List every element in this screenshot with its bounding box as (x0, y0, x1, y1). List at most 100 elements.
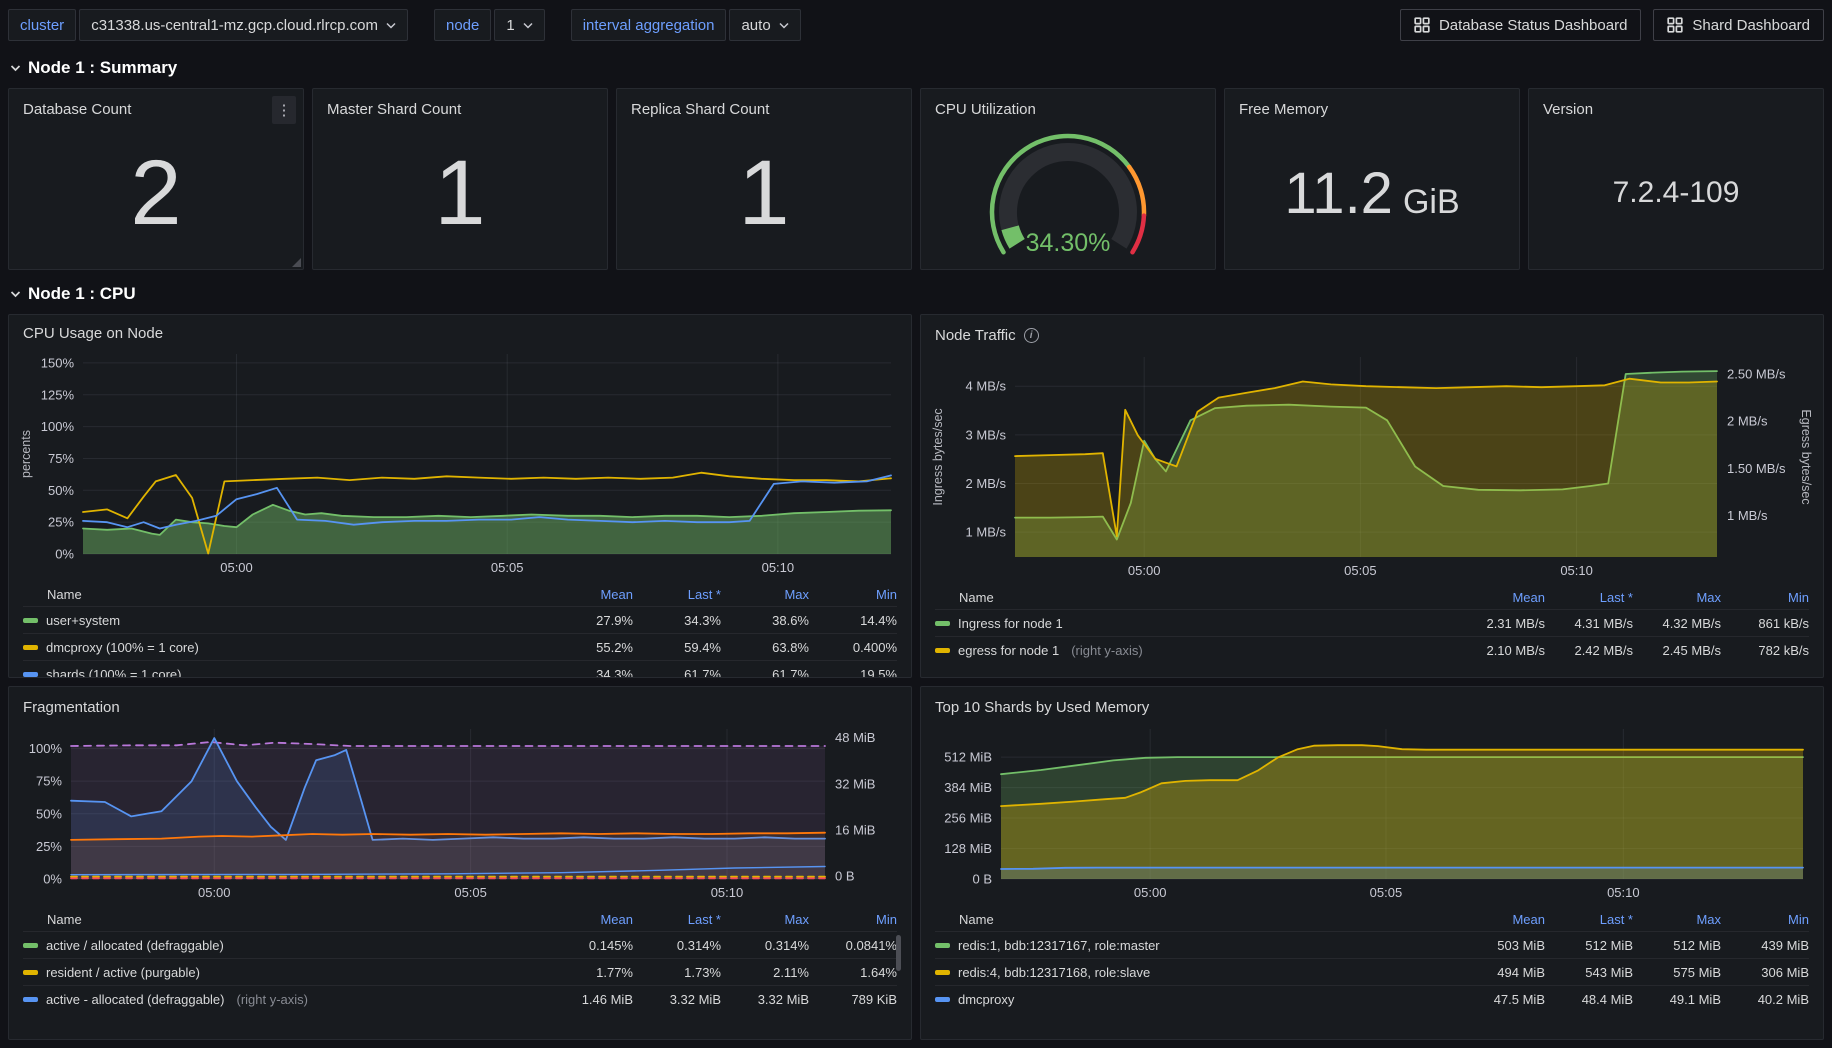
legend-series-name[interactable]: resident / active (purgable) (23, 965, 545, 980)
legend-header: NameMeanLast *MaxMin (23, 582, 897, 606)
legend-header-last[interactable]: Last * (1545, 590, 1633, 605)
legend-stat-value: 512 MiB (1545, 938, 1633, 953)
legend-series-name[interactable]: redis:1, bdb:12317167, role:master (935, 938, 1457, 953)
variable-cluster: cluster c31338.us-central1-mz.gcp.cloud.… (8, 9, 408, 41)
free-memory-value: 11.2 (1284, 160, 1393, 227)
panel-title[interactable]: CPU Usage on Node (17, 323, 903, 346)
legend-series-name[interactable]: egress for node 1(right y-axis) (935, 643, 1457, 658)
right-y-axis-tick-label: 32 MiB (835, 776, 875, 791)
legend-header: NameMeanLast *MaxMin (935, 585, 1809, 609)
legend-series-name[interactable]: active - allocated (defraggable)(right y… (23, 992, 545, 1007)
x-axis-tick-label: 05:00 (198, 885, 231, 900)
legend-header-last[interactable]: Last * (633, 587, 721, 602)
legend-series-name[interactable]: shards (100% = 1 core) (23, 667, 545, 679)
legend-stat-value: 2.45 MB/s (1633, 643, 1721, 658)
legend-header-mean[interactable]: Mean (545, 912, 633, 927)
legend-header-min[interactable]: Min (1721, 912, 1809, 927)
x-axis-tick-label: 05:10 (1607, 885, 1640, 900)
panel-title[interactable]: Fragmentation (17, 695, 903, 721)
database-status-dashboard-label: Database Status Dashboard (1439, 17, 1627, 34)
top-shards-legend: NameMeanLast *MaxMin redis:1, bdb:1231716… (935, 907, 1809, 1012)
legend-header-max[interactable]: Max (1633, 912, 1721, 927)
series-color-marker (935, 970, 950, 975)
panel-resize-handle[interactable] (292, 258, 301, 267)
fragmentation-chart[interactable]: 0%25%50%75%100%0 B16 MiB32 MiB48 MiB05:0… (17, 721, 903, 905)
legend-row: Ingress for node 12.31 MB/s4.31 MB/s4.32… (935, 609, 1809, 636)
legend-stat-value: 14.4% (809, 613, 897, 628)
section-node-summary[interactable]: Node 1 : Summary (10, 54, 1824, 82)
y-axis-tick-label: 50% (48, 483, 74, 498)
legend-header-name[interactable]: Name (935, 590, 1457, 605)
legend-series-name[interactable]: Ingress for node 1 (935, 616, 1457, 631)
series-color-marker (23, 618, 38, 623)
legend-header-mean[interactable]: Mean (1457, 590, 1545, 605)
legend-stat-value: 34.3% (545, 667, 633, 679)
legend-stat-value: 439 MiB (1721, 938, 1809, 953)
legend-row: user+system27.9%34.3%38.6%14.4% (23, 606, 897, 633)
legend-header-mean[interactable]: Mean (1457, 912, 1545, 927)
y-axis-tick-label: 3 MB/s (966, 427, 1007, 442)
legend-header-last[interactable]: Last * (633, 912, 721, 927)
panel-title[interactable]: CPU Utilization (929, 97, 1207, 123)
interval-aggregation-select[interactable]: auto (729, 9, 800, 41)
cpu-usage-chart[interactable]: 0%25%50%75%100%125%150%05:0005:0505:10pe… (17, 346, 903, 580)
legend-scrollbar[interactable] (896, 935, 901, 971)
legend-series-name[interactable]: dmcproxy (935, 992, 1457, 1007)
series-color-marker (935, 997, 950, 1002)
panel-title[interactable]: Version (1537, 97, 1815, 123)
panel-cpu-usage-on-node: CPU Usage on Node 0%25%50%75%100%125%150… (8, 314, 912, 678)
legend-header-min[interactable]: Min (809, 587, 897, 602)
legend-header-max[interactable]: Max (1633, 590, 1721, 605)
cpu-utilization-gauge: 34.30% (968, 126, 1168, 260)
y-axis-tick-label: 100% (29, 741, 63, 756)
series-name-text: user+system (46, 613, 120, 628)
shard-dashboard-button[interactable]: Shard Dashboard (1653, 9, 1824, 41)
series-name-text: redis:1, bdb:12317167, role:master (958, 938, 1160, 953)
info-icon[interactable]: i (1024, 328, 1039, 343)
y-axis-tick-label: 4 MB/s (966, 379, 1007, 394)
legend-stat-value: 0.314% (721, 938, 809, 953)
database-status-dashboard-button[interactable]: Database Status Dashboard (1400, 9, 1641, 41)
legend-header-min[interactable]: Min (1721, 590, 1809, 605)
x-axis-tick-label: 05:05 (454, 885, 487, 900)
panel-title[interactable]: Database Count (17, 97, 295, 123)
panel-master-shard-count: Master Shard Count 1 (312, 88, 608, 270)
panel-title[interactable]: Top 10 Shards by Used Memory (929, 695, 1815, 721)
legend-header-max[interactable]: Max (721, 912, 809, 927)
node-variable-select[interactable]: 1 (494, 9, 544, 41)
chevron-down-icon (10, 64, 21, 72)
legend-series-name[interactable]: active / allocated (defraggable) (23, 938, 545, 953)
legend-stat-value: 27.9% (545, 613, 633, 628)
legend-header-name[interactable]: Name (23, 587, 545, 602)
legend-stat-value: 2.42 MB/s (1545, 643, 1633, 658)
panel-title[interactable]: Master Shard Count (321, 97, 599, 123)
top-shards-chart[interactable]: 0 B128 MiB256 MiB384 MiB512 MiB05:0005:0… (929, 721, 1815, 905)
legend-header-name[interactable]: Name (23, 912, 545, 927)
series-name-text: active / allocated (defraggable) (46, 938, 224, 953)
variable-interval-aggregation: interval aggregation auto (571, 9, 801, 41)
x-axis-tick-label: 05:10 (1560, 563, 1593, 578)
interval-aggregation-label: interval aggregation (571, 9, 727, 41)
panel-title[interactable]: Node Traffic i (929, 323, 1815, 349)
legend-header-last[interactable]: Last * (1545, 912, 1633, 927)
panel-title[interactable]: Free Memory (1233, 97, 1511, 123)
panel-menu-kebab-icon[interactable]: ⋮ (272, 96, 296, 124)
legend-header-min[interactable]: Min (809, 912, 897, 927)
legend-series-name[interactable]: dmcproxy (100% = 1 core) (23, 640, 545, 655)
legend-stat-value: 0.400% (809, 640, 897, 655)
legend-header-name[interactable]: Name (935, 912, 1457, 927)
legend-header-max[interactable]: Max (721, 587, 809, 602)
y-axis-tick-label: 150% (41, 355, 75, 370)
y-axis-label: percents (19, 430, 33, 478)
legend-series-name[interactable]: user+system (23, 613, 545, 628)
series-name-text: resident / active (purgable) (46, 965, 200, 980)
panel-title[interactable]: Replica Shard Count (625, 97, 903, 123)
series-color-marker (935, 621, 950, 626)
legend-header-mean[interactable]: Mean (545, 587, 633, 602)
panel-fragmentation: Fragmentation 0%25%50%75%100%0 B16 MiB32… (8, 686, 912, 1040)
legend-series-name[interactable]: redis:4, bdb:12317168, role:slave (935, 965, 1457, 980)
node-traffic-chart[interactable]: 1 MB/s2 MB/s3 MB/s4 MB/s1 MB/s1.50 MB/s2… (929, 349, 1815, 583)
section-node-cpu[interactable]: Node 1 : CPU (10, 280, 1824, 308)
y-axis-tick-label: 100% (41, 419, 75, 434)
cluster-variable-select[interactable]: c31338.us-central1-mz.gcp.cloud.rlrcp.co… (79, 9, 408, 41)
